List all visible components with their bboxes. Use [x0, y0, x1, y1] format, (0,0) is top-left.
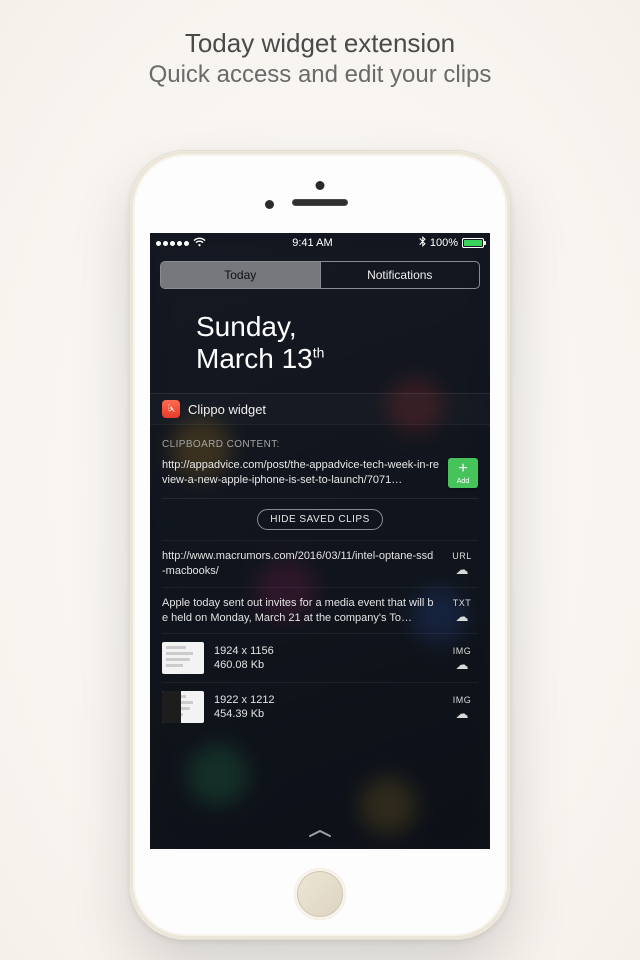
- tab-today[interactable]: Today: [161, 262, 320, 288]
- status-time: 9:41 AM: [292, 237, 332, 249]
- today-notifications-segment: Today Notifications: [160, 261, 480, 289]
- image-thumbnail: [162, 691, 204, 723]
- grabber-handle-icon[interactable]: [308, 825, 332, 843]
- clip-type-badge: IMG: [446, 646, 478, 656]
- image-thumbnail: [162, 642, 204, 674]
- phone-frame: 9:41 AM 100% Today Notifications Sunday,…: [129, 150, 511, 940]
- clip-row-image[interactable]: 1922 x 1212 454.39 Kb IMG ☁: [162, 682, 478, 731]
- clip-type-badge: URL: [446, 551, 478, 561]
- widget-title: Clippo widget: [188, 402, 266, 417]
- clipboard-content-label: CLIPBOARD CONTENT:: [162, 433, 478, 458]
- screen: 9:41 AM 100% Today Notifications Sunday,…: [150, 233, 490, 849]
- phone-speaker: [292, 199, 348, 206]
- bluetooth-icon: [419, 236, 426, 250]
- clip-row-url[interactable]: http://www.macrumors.com/2016/03/11/inte…: [162, 540, 478, 587]
- plus-icon: +: [458, 461, 467, 477]
- battery-percent: 100%: [430, 237, 458, 249]
- clip-row-image[interactable]: 1924 x 1156 460.08 Kb IMG ☁: [162, 633, 478, 682]
- signal-dots-icon: [156, 241, 189, 246]
- clip-type-badge: IMG: [446, 695, 478, 705]
- hide-saved-clips-button[interactable]: HIDE SAVED CLIPS: [257, 509, 383, 530]
- clippo-widget: Clippo widget CLIPBOARD CONTENT: http://…: [150, 393, 490, 731]
- battery-icon: [462, 238, 484, 248]
- cloud-icon: ☁: [446, 658, 478, 671]
- tab-notifications[interactable]: Notifications: [320, 262, 480, 288]
- phone-camera: [316, 181, 325, 190]
- wifi-icon: [193, 237, 206, 250]
- clip-type-badge: TXT: [446, 598, 478, 608]
- current-clipboard-text[interactable]: http://appadvice.com/post/the-appadvice-…: [162, 458, 440, 488]
- status-bar: 9:41 AM 100%: [150, 233, 490, 253]
- phone-sensor: [265, 200, 274, 209]
- add-clip-button[interactable]: + Add: [448, 458, 478, 488]
- home-button[interactable]: [294, 868, 346, 920]
- date-display: Sunday, March 13th: [150, 297, 490, 393]
- clippo-app-icon: [162, 400, 180, 418]
- cloud-icon: ☁: [446, 563, 478, 576]
- clip-row-text[interactable]: Apple today sent out invites for a media…: [162, 587, 478, 634]
- cloud-icon: ☁: [446, 707, 478, 720]
- promo-subtitle: Quick access and edit your clips: [0, 61, 640, 89]
- widget-header[interactable]: Clippo widget: [150, 393, 490, 425]
- cloud-icon: ☁: [446, 610, 478, 623]
- promo-title: Today widget extension: [0, 0, 640, 59]
